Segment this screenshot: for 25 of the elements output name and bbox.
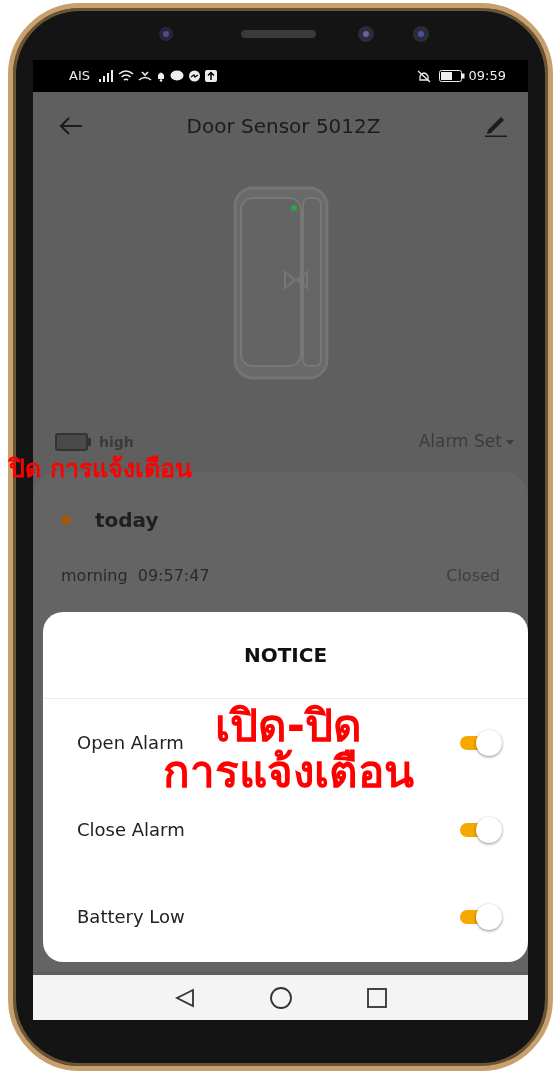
option-label: Battery Low [77, 905, 185, 929]
bell-off-icon [416, 69, 431, 83]
carrier-label: AIS [69, 67, 90, 86]
day-heading: today [95, 507, 159, 534]
chat-icon [188, 70, 201, 82]
device-title: Door Sensor 5012Z [186, 113, 381, 140]
signal-icon [98, 70, 114, 82]
caret-icon [506, 439, 514, 445]
status-dot-icon [61, 515, 71, 525]
bell-icon [156, 70, 166, 82]
wifi-icon [118, 69, 134, 83]
home-icon[interactable] [268, 985, 293, 1010]
chat-icon [170, 70, 184, 82]
event-time: morning 09:57:47 [61, 565, 210, 587]
clock-time: 09:59 [468, 67, 506, 86]
upload-icon [205, 70, 217, 82]
battery-icon [55, 433, 91, 451]
missed-call-icon [138, 70, 152, 82]
battery-icon [438, 70, 465, 82]
option-label: Close Alarm [77, 818, 185, 842]
back-arrow-icon[interactable] [59, 117, 83, 135]
edit-icon[interactable] [484, 115, 508, 137]
dialog-title: NOTICE [43, 612, 528, 699]
recents-icon[interactable] [366, 987, 387, 1008]
back-icon[interactable] [174, 987, 195, 1008]
